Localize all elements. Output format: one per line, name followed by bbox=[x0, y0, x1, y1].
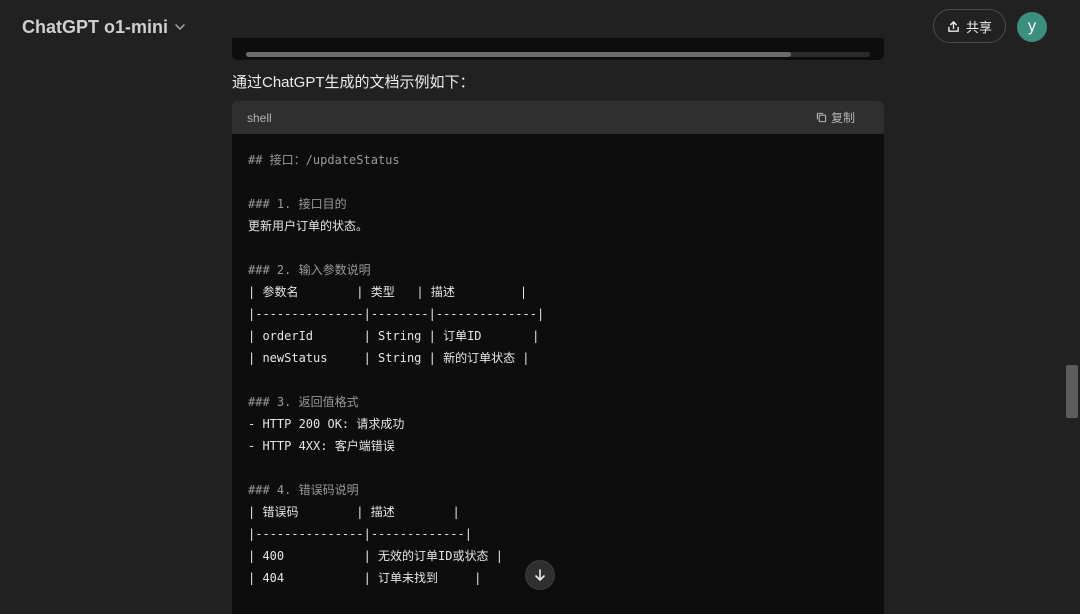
code-line: ### 3. 返回值格式 bbox=[248, 395, 359, 409]
code-line: 更新用户订单的状态。 bbox=[248, 219, 369, 233]
code-line: - HTTP 200 OK: 请求成功 bbox=[248, 417, 405, 431]
page-scrollbar-thumb[interactable] bbox=[1066, 365, 1078, 418]
model-selector[interactable]: ChatGPT o1-mini bbox=[22, 14, 186, 40]
code-line: | 404 | 订单未找到 | bbox=[248, 571, 482, 585]
code-line: | 400 | 无效的订单ID或状态 | bbox=[248, 549, 503, 563]
code-line: |---------------|--------|--------------… bbox=[248, 307, 545, 321]
code-line: | newStatus | String | 新的订单状态 | bbox=[248, 351, 530, 365]
code-line: | 参数名 | 类型 | 描述 | bbox=[248, 285, 528, 299]
code-block-header: shell 复制 bbox=[232, 101, 884, 134]
model-name: ChatGPT o1-mini bbox=[22, 16, 169, 37]
previous-code-block-end bbox=[232, 38, 884, 60]
code-content: ## 接口：/updateStatus ### 1. 接口目的更新用户订单的状态。… bbox=[232, 134, 884, 589]
code-line: |---------------|-------------| bbox=[248, 527, 472, 541]
share-label: 共享 bbox=[965, 19, 992, 35]
code-line: ### 4. 错误码说明 bbox=[248, 483, 359, 497]
share-upload-icon bbox=[948, 20, 959, 32]
arrow-down-icon bbox=[535, 569, 545, 581]
code-line: ### 2. 输入参数说明 bbox=[248, 263, 371, 277]
code-line: ## 接口：/updateStatus bbox=[248, 153, 400, 167]
copy-label: 复制 bbox=[830, 111, 855, 125]
code-line: | orderId | String | 订单ID | bbox=[248, 329, 540, 343]
code-language-label: shell bbox=[247, 110, 272, 125]
share-button[interactable]: 共享 bbox=[933, 9, 1006, 43]
chevron-down-icon bbox=[175, 24, 185, 30]
copy-icon bbox=[816, 112, 827, 123]
scroll-to-bottom-button[interactable] bbox=[525, 560, 555, 590]
code-block: shell 复制 ## 接口：/updateStatus ### 1. 接口目的更… bbox=[232, 101, 884, 614]
avatar[interactable]: y bbox=[1017, 12, 1047, 42]
code-scrollbar-thumb[interactable] bbox=[246, 52, 791, 57]
code-line: ### 1. 接口目的 bbox=[248, 197, 347, 211]
code-horizontal-scrollbar[interactable] bbox=[246, 52, 870, 57]
message-intro-text: 通过ChatGPT生成的文档示例如下： bbox=[232, 74, 475, 91]
code-line: - HTTP 4XX: 客户端错误 bbox=[248, 439, 395, 453]
code-line: | 错误码 | 描述 | bbox=[248, 505, 460, 519]
copy-code-button[interactable]: 复制 bbox=[816, 109, 855, 126]
